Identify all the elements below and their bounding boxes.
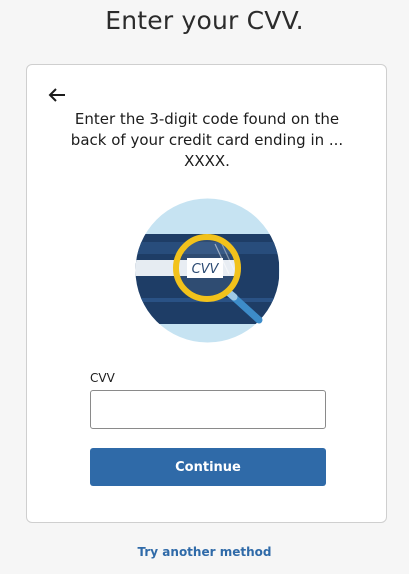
verification-card: Enter the 3-digit code found on the back… <box>26 64 387 523</box>
cvv-illustration-text: CVV <box>192 262 220 277</box>
instructions-text: Enter the 3-digit code found on the back… <box>70 110 344 170</box>
page-title: Enter your CVV. <box>105 6 304 35</box>
cvv-input[interactable] <box>90 390 326 429</box>
try-another-method-link[interactable]: Try another method <box>0 545 409 559</box>
cvv-label: CVV <box>90 371 115 385</box>
credit-card-magnifier-icon: CVV <box>135 198 280 343</box>
back-arrow-icon <box>48 88 65 102</box>
continue-button[interactable]: Continue <box>90 448 326 486</box>
back-button[interactable] <box>44 82 70 108</box>
